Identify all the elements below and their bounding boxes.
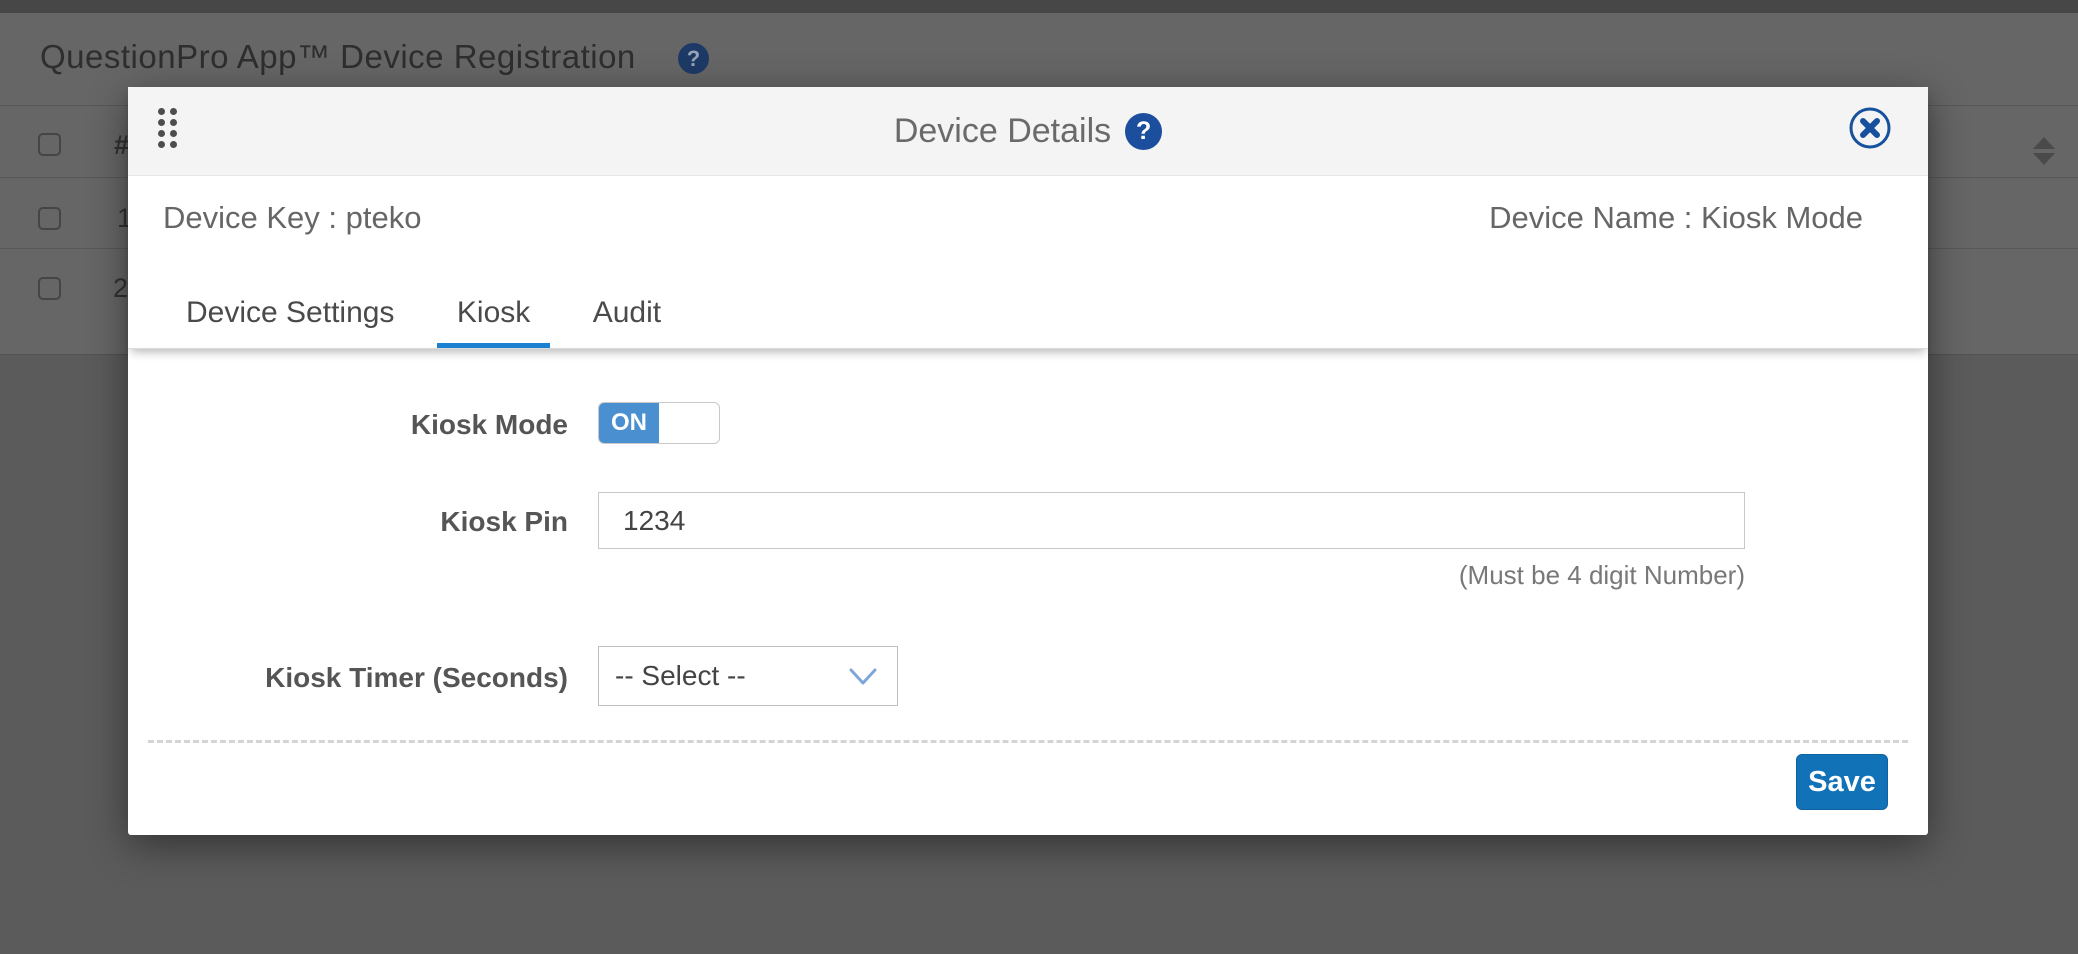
modal-help-icon[interactable]: ?	[1125, 113, 1162, 150]
row-checkbox	[38, 277, 61, 300]
kiosk-timer-select[interactable]: -- Select --	[598, 646, 898, 706]
tab-device-settings[interactable]: Device Settings	[166, 282, 414, 348]
kiosk-pin-label: Kiosk Pin	[128, 506, 568, 538]
page-top-edge	[0, 0, 2078, 13]
device-info-row: Device Key : pteko Device Name : Kiosk M…	[128, 176, 1928, 260]
device-details-modal: Device Details ? Device Key : pteko Devi…	[128, 87, 1928, 835]
kiosk-pin-input[interactable]	[598, 492, 1745, 549]
kiosk-timer-label: Kiosk Timer (Seconds)	[128, 662, 568, 694]
select-all-checkbox	[38, 133, 61, 156]
kiosk-pin-hint: (Must be 4 digit Number)	[598, 560, 1745, 591]
device-key-label: Device Key : pteko	[163, 200, 421, 236]
modal-header: Device Details ?	[128, 87, 1928, 176]
column-sort-icon	[2033, 137, 2057, 165]
tab-audit[interactable]: Audit	[573, 282, 681, 348]
modal-sticky-header: Device Details ? Device Key : pteko Devi…	[128, 87, 1928, 349]
kiosk-tab-panel: Kiosk Mode ON Kiosk Pin (Must be 4 digit…	[128, 349, 1928, 827]
kiosk-mode-label: Kiosk Mode	[128, 409, 568, 441]
chevron-down-icon	[849, 668, 877, 685]
device-name-label: Device Name : Kiosk Mode	[1489, 200, 1863, 236]
kiosk-mode-toggle[interactable]: ON	[598, 402, 720, 444]
drag-handle-icon[interactable]	[158, 108, 177, 148]
column-header-number: #	[114, 130, 129, 161]
close-icon[interactable]	[1848, 106, 1892, 150]
table-cell-row2: 2	[113, 273, 128, 304]
row-checkbox	[38, 207, 61, 230]
save-button[interactable]: Save	[1796, 754, 1888, 810]
page-help-icon: ?	[678, 43, 709, 74]
tab-bar: Device Settings Kiosk Audit	[128, 260, 1928, 349]
kiosk-timer-selected-value: -- Select --	[615, 660, 746, 692]
modal-title: Device Details	[894, 112, 1111, 151]
screen: QuestionPro App™ Device Registration ? #…	[0, 0, 2078, 954]
page-title: QuestionPro App™ Device Registration	[40, 38, 636, 76]
footer-divider	[148, 740, 1908, 743]
tab-kiosk[interactable]: Kiosk	[437, 282, 550, 348]
toggle-on-state: ON	[599, 403, 659, 443]
